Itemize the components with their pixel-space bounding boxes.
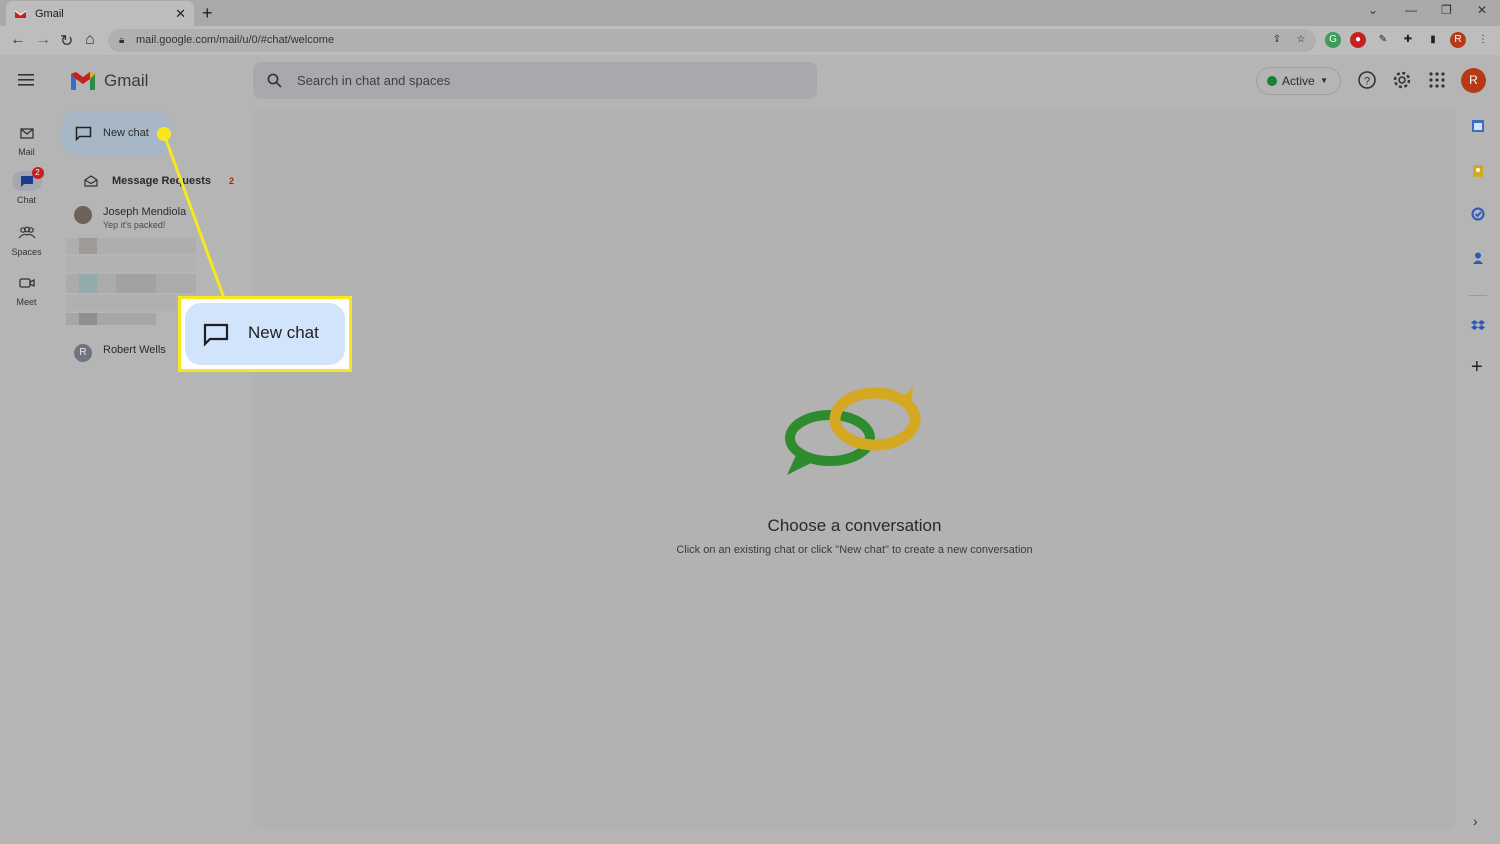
rail-item-meet[interactable]: Meet xyxy=(0,275,53,307)
active-status-dot xyxy=(1267,76,1277,86)
search-placeholder: Search in chat and spaces xyxy=(297,73,451,88)
chat-icon xyxy=(20,175,33,187)
callout-pointer-line xyxy=(157,127,226,299)
pen-extension-icon[interactable]: ✎ xyxy=(1375,32,1391,48)
gmail-app: Mail 2 Chat Spaces Meet Gmail Search in … xyxy=(0,55,1500,844)
rail-label-meet: Meet xyxy=(16,297,37,307)
chat-bubbles-illustration xyxy=(785,387,921,475)
blurred-avatar xyxy=(79,274,97,293)
account-avatar[interactable]: R xyxy=(1461,68,1486,93)
lock-icon: 🔒︎ xyxy=(119,35,125,46)
blurred-avatar xyxy=(79,313,97,325)
contact-avatar xyxy=(74,206,92,224)
close-tab-icon[interactable]: ✕ xyxy=(175,6,186,22)
panel-divider xyxy=(1469,295,1487,296)
nav-rail: Mail 2 Chat Spaces Meet xyxy=(0,55,53,844)
rail-item-mail[interactable]: Mail xyxy=(0,125,53,157)
side-panel-icon[interactable]: ▮ xyxy=(1425,32,1441,48)
gmail-favicon-icon xyxy=(14,10,27,18)
adblock-extension-icon[interactable]: ● xyxy=(1350,32,1366,48)
tasks-icon[interactable] xyxy=(1471,207,1485,221)
address-bar[interactable]: 🔒︎ mail.google.com/mail/u/0/#chat/welcom… xyxy=(108,29,1316,52)
message-request-icon xyxy=(84,175,98,187)
rail-item-spaces[interactable]: Spaces xyxy=(0,225,53,257)
expand-panel-chevron-icon[interactable]: › xyxy=(1473,813,1478,829)
new-chat-callout: New chat xyxy=(178,296,352,372)
contact-avatar: R xyxy=(74,344,92,362)
browser-menu-icon[interactable]: ⋮ xyxy=(1475,32,1491,48)
bookmark-star-icon[interactable]: ☆ xyxy=(1293,32,1309,48)
calendar-icon[interactable] xyxy=(1471,119,1485,133)
callout-label: New chat xyxy=(248,323,319,342)
rail-label-mail: Mail xyxy=(18,147,35,157)
logo-text: Gmail xyxy=(104,71,149,90)
rail-item-chat[interactable]: 2 Chat xyxy=(0,167,53,205)
extensions-puzzle-icon[interactable]: ✚ xyxy=(1400,32,1416,48)
browser-toolbar: ← → ↻ ⌂ 🔒︎ mail.google.com/mail/u/0/#cha… xyxy=(0,26,1500,55)
home-icon[interactable]: ⌂ xyxy=(85,31,95,49)
tab-search-icon[interactable]: ⌄ xyxy=(1368,3,1378,17)
contact-name: Robert Wells xyxy=(103,344,166,356)
spaces-icon xyxy=(18,226,35,239)
rail-label-spaces: Spaces xyxy=(11,247,42,257)
profile-avatar[interactable]: R xyxy=(1450,32,1466,48)
side-apps-panel: + › xyxy=(1456,107,1500,844)
close-window-icon[interactable]: ✕ xyxy=(1477,3,1487,17)
chevron-down-icon: ▼ xyxy=(1320,76,1328,85)
add-addon-icon[interactable]: + xyxy=(1471,357,1483,377)
rail-label-chat: Chat xyxy=(16,195,36,205)
new-chat-label: New chat xyxy=(103,127,149,139)
reload-icon[interactable]: ↻ xyxy=(60,31,73,51)
settings-gear-icon[interactable] xyxy=(1392,70,1412,90)
browser-tab[interactable]: Gmail ✕ xyxy=(6,1,194,26)
gmail-logo[interactable]: Gmail xyxy=(70,71,148,91)
svg-text:?: ? xyxy=(1364,76,1370,88)
chat-unread-badge: 2 xyxy=(31,167,44,179)
new-chat-icon xyxy=(75,126,92,141)
minimize-icon[interactable]: — xyxy=(1405,3,1417,17)
meet-icon xyxy=(18,278,35,288)
callout-button-zoom: New chat xyxy=(185,303,345,365)
tab-title: Gmail xyxy=(35,7,64,20)
mail-icon xyxy=(19,128,34,139)
blurred-avatar xyxy=(79,238,97,254)
help-icon[interactable]: ? xyxy=(1357,70,1377,90)
gmail-m-icon xyxy=(71,72,95,90)
empty-state-title: Choose a conversation xyxy=(767,516,942,535)
url-text: mail.google.com/mail/u/0/#chat/welcome xyxy=(136,34,335,46)
restore-icon[interactable]: ❐ xyxy=(1441,3,1452,17)
search-input[interactable]: Search in chat and spaces xyxy=(253,62,817,99)
browser-tab-bar: Gmail ✕ + ⌄ — ❐ ✕ xyxy=(0,0,1500,26)
keep-icon[interactable] xyxy=(1471,164,1485,178)
conversation-pane: Choose a conversation Click on an existi… xyxy=(253,107,1456,830)
main-menu-icon[interactable] xyxy=(18,73,34,91)
contacts-icon[interactable] xyxy=(1471,251,1485,265)
empty-state-subtitle: Click on an existing chat or click "New … xyxy=(676,544,1033,556)
empty-state: Choose a conversation Click on an existi… xyxy=(253,107,1456,830)
forward-icon[interactable]: → xyxy=(35,31,51,49)
status-label: Active xyxy=(1282,74,1315,88)
apps-grid-icon[interactable] xyxy=(1427,70,1447,90)
new-tab-button[interactable]: + xyxy=(202,3,213,23)
share-icon[interactable]: ⇪ xyxy=(1269,32,1285,48)
back-icon[interactable]: ← xyxy=(10,31,26,49)
dropbox-icon[interactable] xyxy=(1471,319,1485,333)
grammarly-extension-icon[interactable]: G xyxy=(1325,32,1341,48)
new-chat-icon xyxy=(203,323,229,347)
status-dropdown[interactable]: Active ▼ xyxy=(1256,67,1341,95)
search-icon xyxy=(267,73,282,88)
